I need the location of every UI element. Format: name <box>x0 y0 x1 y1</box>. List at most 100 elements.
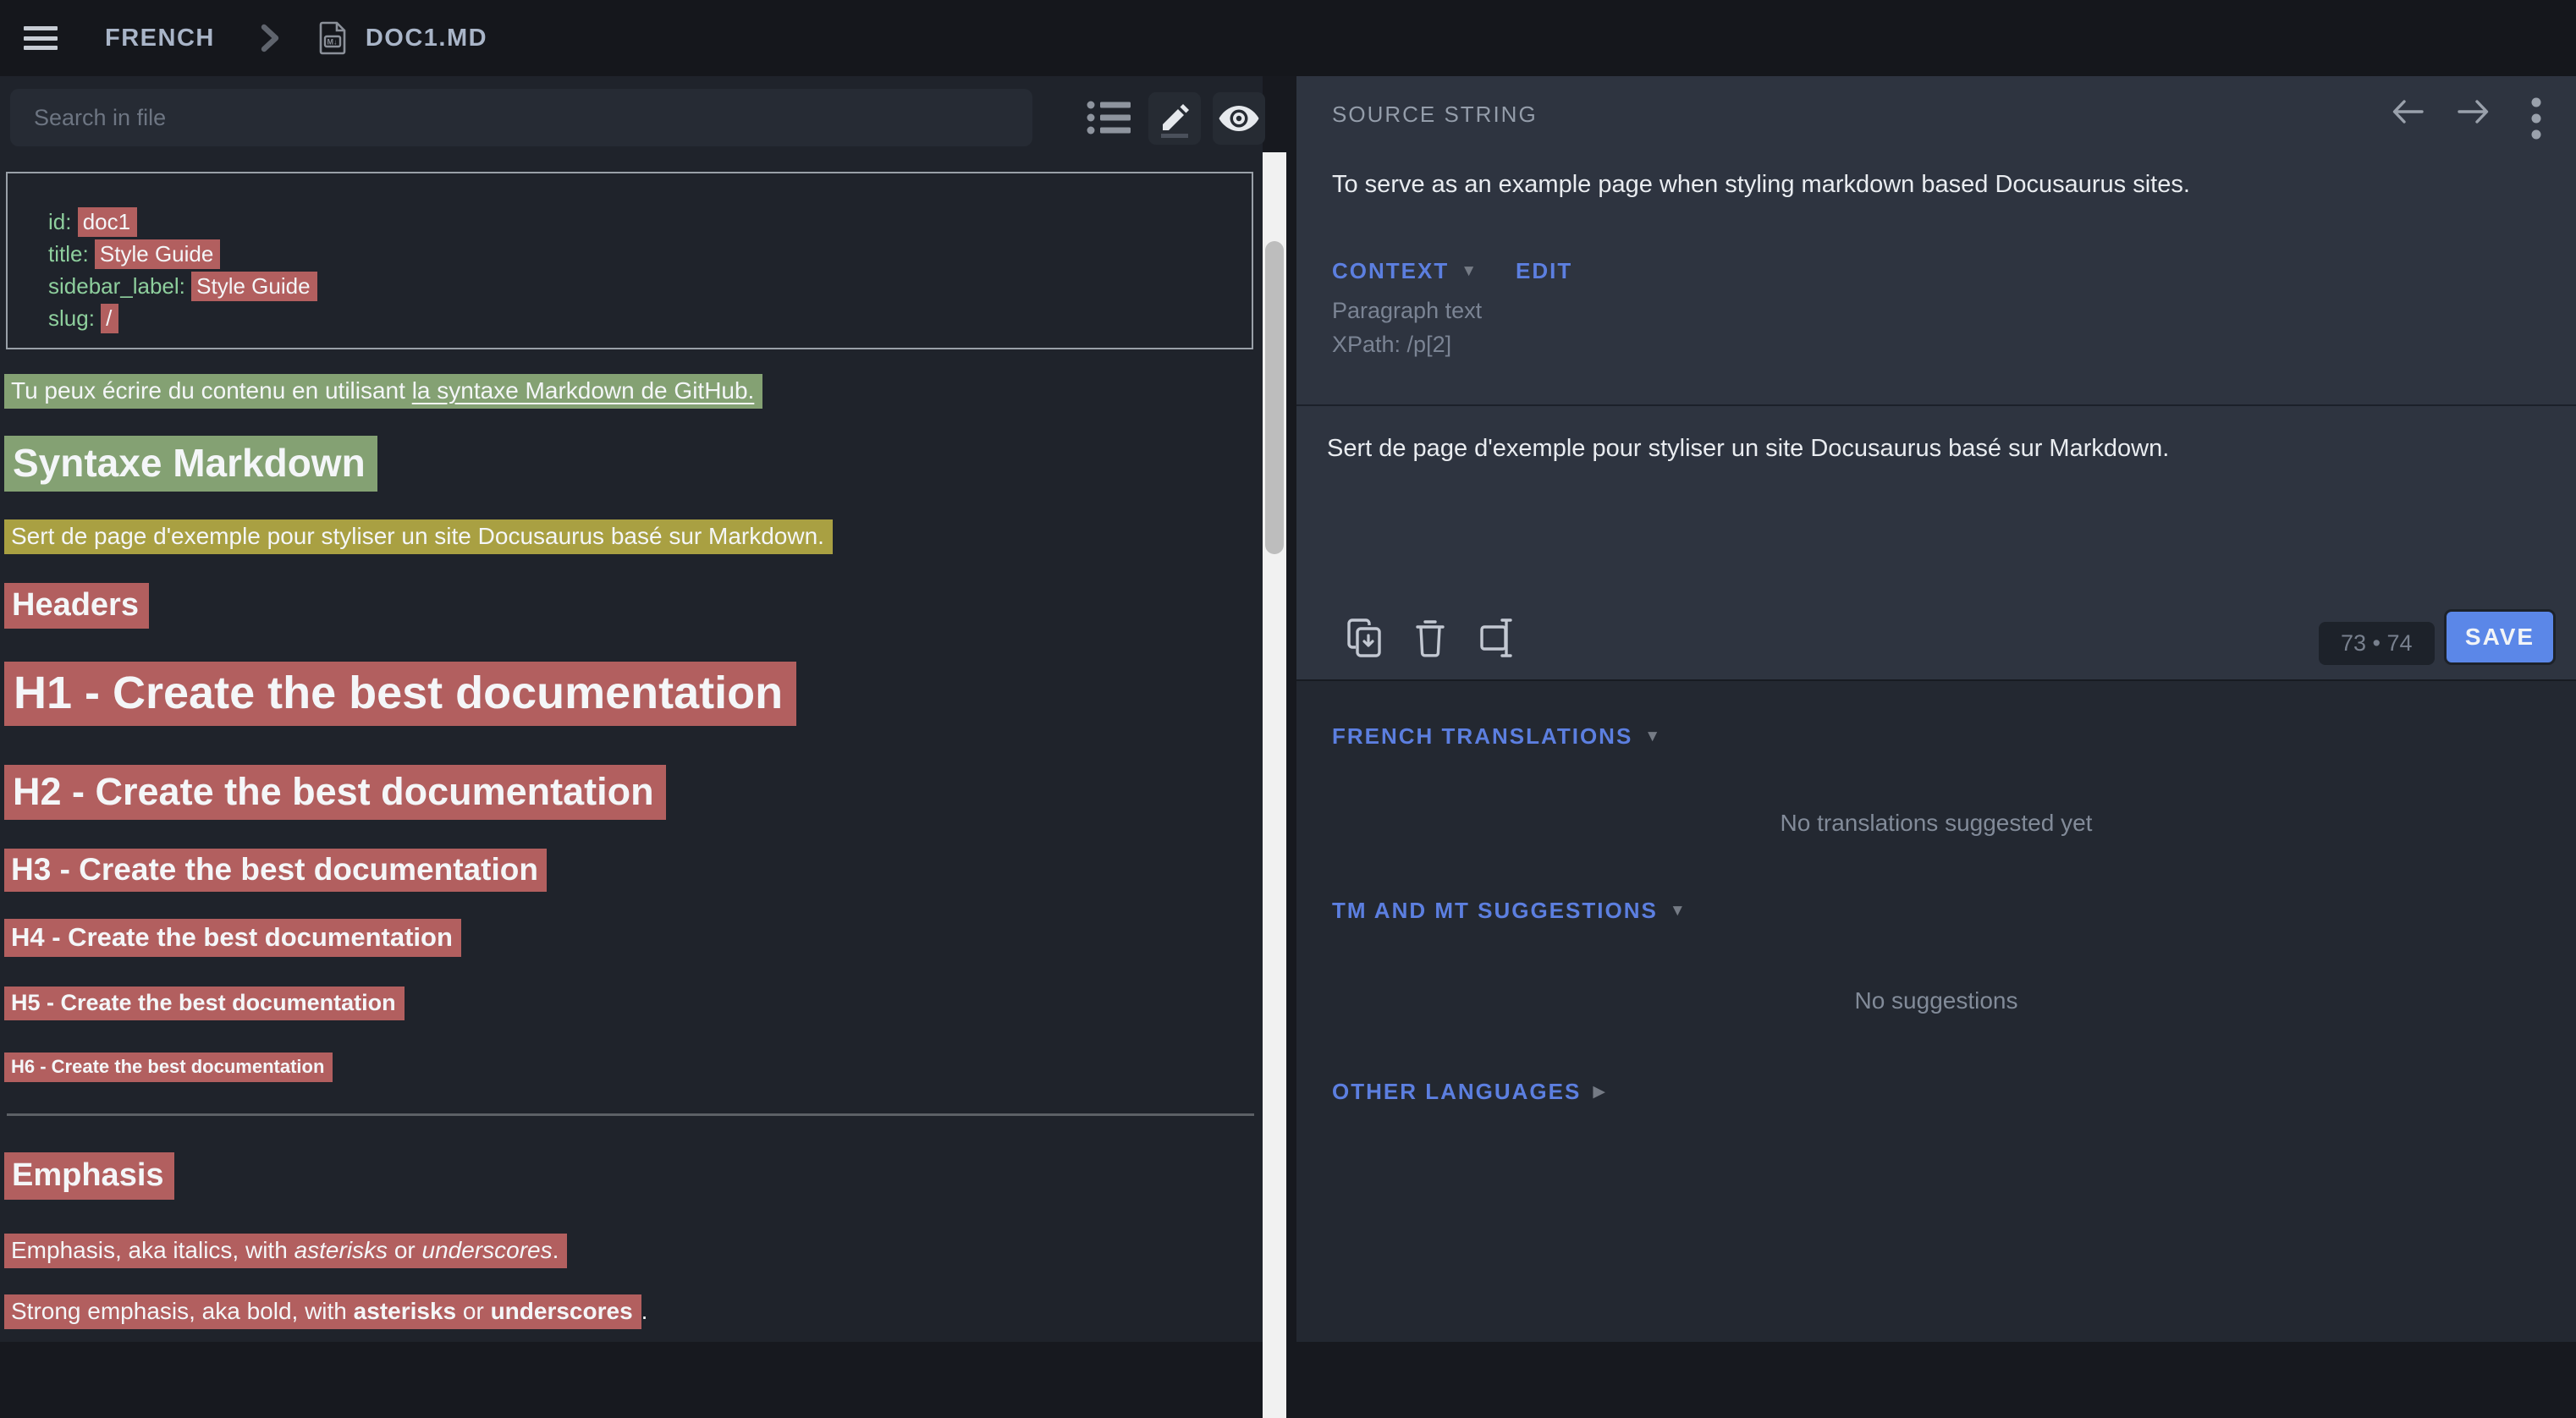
string-untranslated[interactable]: / <box>101 304 118 333</box>
string-selected[interactable]: Sert de page d'exemple pour styliser un … <box>4 519 833 554</box>
chevron-right-icon: ▶ <box>1593 1082 1605 1102</box>
frontmatter-key: sidebar_label: <box>48 273 185 299</box>
section-french-translations[interactable]: FRENCH TRANSLATIONS ▼ <box>1332 723 1660 750</box>
special-characters-button[interactable] <box>1476 616 1520 660</box>
arrow-right-icon <box>2454 96 2493 127</box>
more-options-button[interactable] <box>2525 91 2547 146</box>
section-other-languages[interactable]: OTHER LANGUAGES ▶ <box>1332 1079 1605 1105</box>
trash-icon <box>1415 618 1445 658</box>
string-list-button[interactable] <box>1082 93 1136 142</box>
chevron-right-icon <box>259 24 281 52</box>
string-untranslated[interactable]: Style Guide <box>191 272 316 301</box>
string-text: . <box>641 1298 648 1324</box>
char-counter: 73 • 74 <box>2319 622 2435 665</box>
preview-mode-button[interactable] <box>1213 92 1265 145</box>
string-untranslated[interactable]: H6 - Create the best documentation <box>4 1053 333 1082</box>
string-untranslated[interactable]: H4 - Create the best documentation <box>4 919 461 957</box>
frontmatter-line: sidebar_label: Style Guide <box>48 270 1252 302</box>
suggestions-section: FRENCH TRANSLATIONS ▼ No translations su… <box>1296 681 2576 1342</box>
doc-heading-h1: H1 - Create the best documentation <box>4 667 796 719</box>
string-untranslated[interactable]: Emphasis, aka italics, with asterisks or… <box>4 1234 567 1268</box>
empty-suggestions-message: No suggestions <box>1296 987 2576 1014</box>
doc-paragraph: Emphasis, aka italics, with asterisks or… <box>4 1237 567 1264</box>
chevron-down-icon: ▼ <box>1644 728 1660 746</box>
string-text: or <box>456 1298 490 1324</box>
string-text: Emphasis, aka italics, with <box>11 1237 294 1263</box>
doc-heading: Syntaxe Markdown <box>4 440 377 486</box>
source-string-title: SOURCE STRING <box>1332 102 1538 128</box>
empty-translations-message: No translations suggested yet <box>1296 810 2576 837</box>
string-text: Tu peux écrire du contenu en utilisant <box>11 377 412 404</box>
search-input[interactable] <box>10 89 1032 146</box>
bold-text: underscores <box>491 1298 633 1324</box>
doc-heading-h6: H6 - Create the best documentation <box>4 1056 333 1078</box>
context-xpath: XPath: /p[2] <box>1332 332 1451 358</box>
save-button[interactable]: SAVE <box>2444 609 2556 665</box>
menu-button[interactable] <box>24 26 58 50</box>
doc-paragraph: Sert de page d'exemple pour styliser un … <box>4 523 833 550</box>
copy-icon <box>1345 617 1384 659</box>
frontmatter-key: id: <box>48 209 71 234</box>
scrollbar[interactable] <box>1263 152 1286 1418</box>
string-untranslated[interactable]: Strong emphasis, aka bold, with asterisk… <box>4 1294 641 1329</box>
frontmatter-block: id: doc1 title: Style Guide sidebar_labe… <box>6 172 1253 349</box>
context-dropdown[interactable]: CONTEXT <box>1332 258 1449 284</box>
chevron-down-icon: ▼ <box>1670 902 1686 921</box>
kebab-menu-icon <box>2530 96 2542 140</box>
divider <box>1296 404 2576 406</box>
doc-paragraph: Tu peux écrire du contenu en utilisant l… <box>4 377 762 404</box>
string-untranslated[interactable]: H1 - Create the best documentation <box>4 662 796 726</box>
frontmatter-key: slug: <box>48 305 95 331</box>
editor-panel: id: doc1 title: Style Guide sidebar_labe… <box>0 76 1263 1342</box>
doc-heading-h3: H3 - Create the best documentation <box>4 852 547 888</box>
chevron-down-icon: ▼ <box>1461 262 1477 281</box>
next-string-button[interactable] <box>2449 91 2498 132</box>
string-untranslated[interactable]: Headers <box>4 583 149 629</box>
bold-text: asterisks <box>354 1298 456 1324</box>
delete-translation-button[interactable] <box>1408 616 1452 660</box>
text-cursor-icon <box>1479 617 1516 659</box>
copy-source-button[interactable] <box>1342 616 1386 660</box>
source-string-text: To serve as an example page when styling… <box>1332 171 2190 199</box>
string-untranslated[interactable]: H2 - Create the best documentation <box>4 765 666 820</box>
eye-icon <box>1219 106 1259 131</box>
section-tm-mt-suggestions[interactable]: TM AND MT SUGGESTIONS ▼ <box>1332 898 1686 924</box>
markdown-file-icon: M↓ <box>318 21 347 55</box>
frontmatter-key: title: <box>48 241 89 267</box>
breadcrumb-project[interactable]: FRENCH <box>105 25 215 52</box>
string-translated[interactable]: Syntaxe Markdown <box>4 436 377 492</box>
frontmatter-line: id: doc1 <box>48 206 1252 238</box>
string-text: or <box>388 1237 421 1263</box>
string-untranslated[interactable]: doc1 <box>78 207 137 237</box>
string-untranslated[interactable]: H3 - Create the best documentation <box>4 849 547 892</box>
breadcrumb: FRENCH M↓ DOC1.MD <box>105 21 487 55</box>
doc-heading: Headers <box>4 587 149 624</box>
section-label: TM AND MT SUGGESTIONS <box>1332 898 1658 924</box>
translation-panel: SOURCE STRING To serve as an example pag… <box>1296 0 2576 1342</box>
pencil-icon <box>1156 99 1193 138</box>
context-row: CONTEXT ▼ EDIT <box>1332 258 1572 284</box>
edit-context-button[interactable]: EDIT <box>1516 258 1572 284</box>
context-type: Paragraph text <box>1332 298 1482 324</box>
string-untranslated[interactable]: Emphasis <box>4 1152 174 1200</box>
italic-text: underscores <box>422 1237 553 1263</box>
doc-paragraph: Strong emphasis, aka bold, with asterisk… <box>4 1298 647 1325</box>
string-text: . <box>553 1237 559 1263</box>
frontmatter-line: title: Style Guide <box>48 238 1252 270</box>
breadcrumb-file[interactable]: DOC1.MD <box>366 25 487 52</box>
frontmatter-line: slug: / <box>48 302 1252 334</box>
edit-mode-button[interactable] <box>1148 92 1201 145</box>
string-untranslated[interactable]: Style Guide <box>95 239 220 269</box>
string-translated[interactable]: Tu peux écrire du contenu en utilisant l… <box>4 374 762 409</box>
source-string-section: SOURCE STRING To serve as an example pag… <box>1296 76 2576 681</box>
panel-top-strip <box>1296 0 2576 76</box>
doc-heading: Emphasis <box>4 1157 174 1194</box>
translation-input[interactable]: Sert de page d'exemple pour styliser un … <box>1327 431 2546 465</box>
doc-heading-h4: H4 - Create the best documentation <box>4 922 461 953</box>
doc-link[interactable]: la syntaxe Markdown de GitHub. <box>412 377 755 404</box>
string-untranslated[interactable]: H5 - Create the best documentation <box>4 987 405 1020</box>
section-label: FRENCH TRANSLATIONS <box>1332 723 1632 750</box>
scrollbar-thumb[interactable] <box>1265 241 1284 554</box>
previous-string-button[interactable] <box>2383 91 2432 132</box>
arrow-left-icon <box>2388 96 2427 127</box>
